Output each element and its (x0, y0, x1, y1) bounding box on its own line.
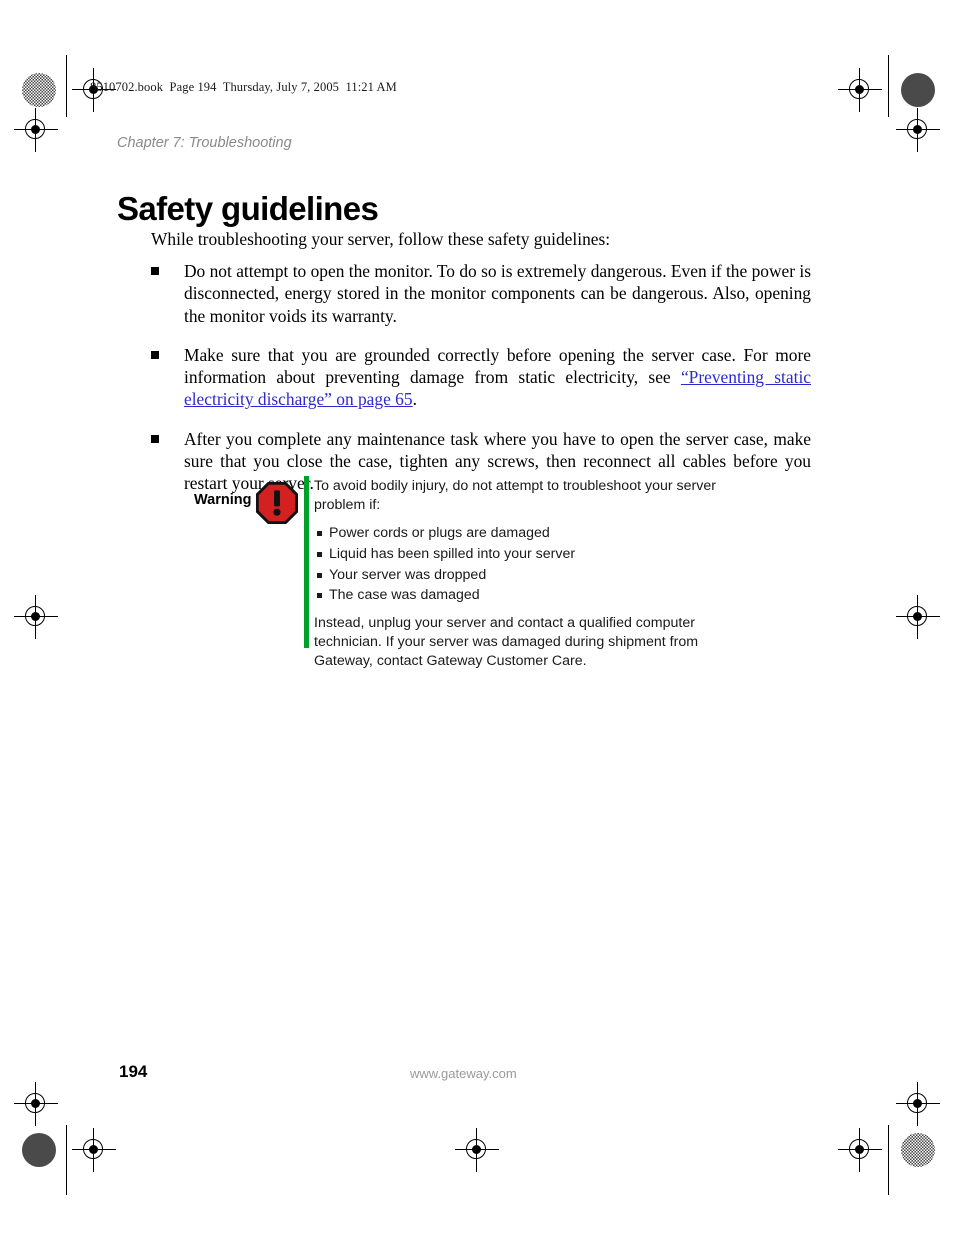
document-page: 8510702.book Page 194 Thursday, July 7, … (0, 0, 954, 1235)
warning-label: Warning (194, 492, 252, 508)
registration-target-icon (896, 595, 940, 639)
list-item-text: Make sure that you are grounded correctl… (184, 344, 811, 411)
intro-paragraph: While troubleshooting your server, follo… (151, 229, 611, 249)
footer-url: www.gateway.com (410, 1066, 517, 1081)
list-item-text: Do not attempt to open the monitor. To d… (184, 261, 811, 326)
registration-target-icon (72, 1128, 116, 1172)
warning-condition-item: Power cords or plugs are damaged (317, 524, 734, 543)
warning-condition-item: The case was damaged (317, 586, 734, 605)
square-bullet-icon (151, 428, 184, 495)
halftone-color-patch (901, 1133, 935, 1167)
trim-line-left-bottom (66, 1125, 68, 1195)
warning-accent-bar (304, 476, 309, 648)
warning-condition-list: Power cords or plugs are damaged Liquid … (314, 524, 734, 606)
registration-target-icon (455, 1128, 499, 1172)
trim-line-left-top (66, 55, 68, 117)
trim-line-right-top (888, 55, 890, 117)
solid-ink-patch (22, 1133, 56, 1167)
list-item: Do not attempt to open the monitor. To d… (151, 260, 811, 327)
warning-outro-text: Instead, unplug your server and contact … (314, 615, 699, 669)
page-title: Safety guidelines (117, 190, 379, 228)
trim-line-right-bottom (888, 1125, 890, 1195)
list-item-text-after: . (412, 389, 417, 410)
registration-target-icon (838, 68, 882, 112)
list-item: Make sure that you are grounded correctl… (151, 344, 811, 411)
solid-ink-patch (901, 73, 935, 107)
file-info-header: 8510702.book Page 194 Thursday, July 7, … (90, 80, 397, 94)
warning-body: To avoid bodily injury, do not attempt t… (314, 477, 734, 680)
square-bullet-icon (151, 344, 184, 411)
warning-intro-text: To avoid bodily injury, do not attempt t… (314, 478, 716, 513)
halftone-color-patch (22, 73, 56, 107)
registration-target-icon (838, 1128, 882, 1172)
page-number: 194 (119, 1062, 148, 1081)
registration-target-icon (14, 1082, 58, 1126)
square-bullet-icon (151, 260, 184, 327)
chapter-breadcrumb: Chapter 7: Troubleshooting (117, 135, 292, 151)
registration-target-icon (896, 1082, 940, 1126)
registration-target-icon (14, 595, 58, 639)
safety-guidelines-list: Do not attempt to open the monitor. To d… (151, 260, 811, 511)
registration-target-icon (14, 108, 58, 152)
registration-target-icon (896, 108, 940, 152)
warning-condition-item: Liquid has been spilled into your server (317, 545, 734, 564)
warning-octagon-exclamation-icon (255, 481, 299, 525)
warning-condition-item: Your server was dropped (317, 566, 734, 585)
